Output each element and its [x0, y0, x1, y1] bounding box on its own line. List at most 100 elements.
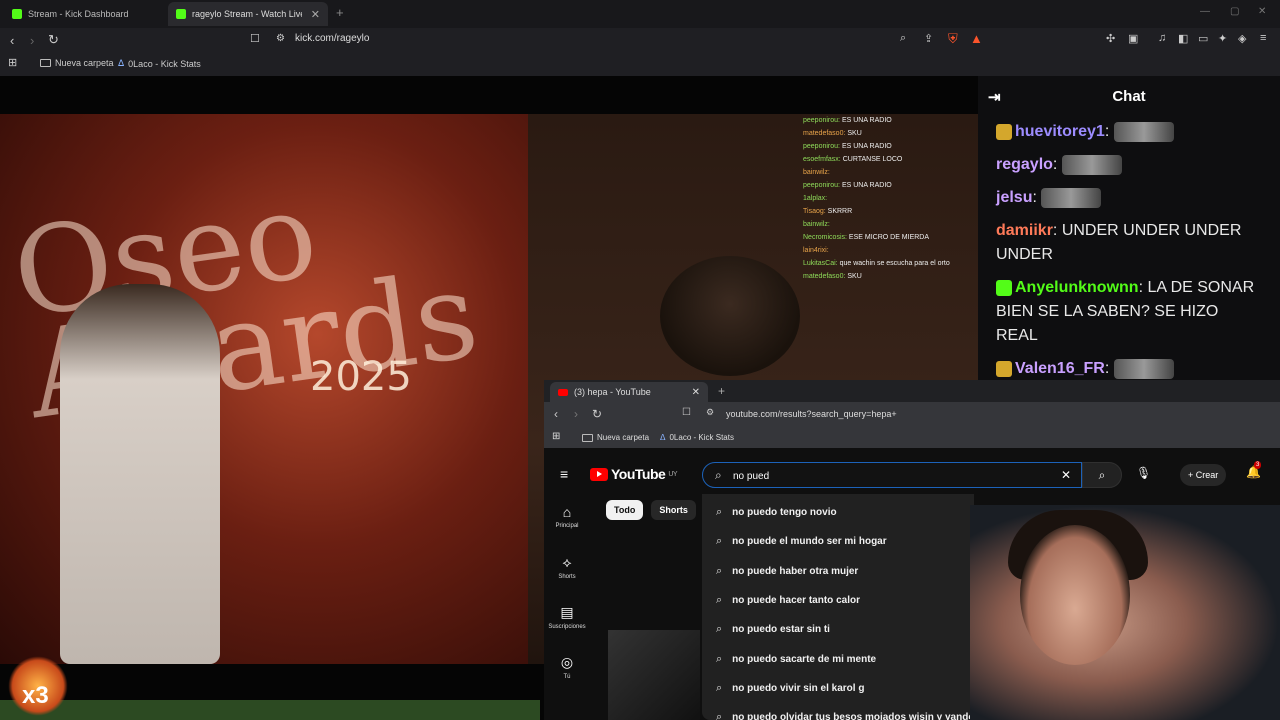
new-tab-button[interactable]: +	[718, 384, 725, 398]
new-tab-button[interactable]: +	[336, 5, 344, 20]
yt-tab[interactable]: (3) hepa - YouTube ✕	[550, 382, 708, 402]
chat-emote-icon	[1113, 358, 1174, 379]
collapse-chat-icon[interactable]: ⇥	[988, 88, 1001, 106]
reload-icon[interactable]: ↻	[592, 407, 602, 421]
bookmark-icon[interactable]: ☐	[682, 407, 691, 418]
maximize-icon[interactable]: ▢	[1230, 6, 1239, 17]
search-suggestion[interactable]: ⌕ no puede haber otra mujer	[702, 557, 974, 586]
overlay-chat-line: Necromicosis: ESE MICRO DE MIERDA	[803, 231, 973, 244]
overlay-chat-user: Tisaog:	[803, 208, 826, 215]
search-suggestion[interactable]: ⌕ no puedo tengo novio	[702, 498, 974, 527]
wallet-icon[interactable]: ▭	[1198, 32, 1208, 45]
bookmark-icon[interactable]: ☐	[250, 32, 260, 45]
apps-grid-icon[interactable]: ⊞	[8, 56, 17, 69]
notifications-bell-icon[interactable]: 🔔 3	[1246, 461, 1262, 479]
search-suggestion[interactable]: ⌕ no puedo vivir sin el karol g	[702, 674, 974, 703]
chat-emote-icon	[1113, 121, 1174, 142]
tab-label: rageylo Stream - Watch Live	[192, 9, 302, 19]
apps-grid-icon[interactable]: ⊞	[552, 431, 560, 442]
gift-badge-icon	[996, 279, 1012, 296]
site-info-icon[interactable]: ⚙	[276, 33, 285, 44]
bookmark-label: 0Laco - Kick Stats	[128, 58, 201, 69]
search-suggestion[interactable]: ⌕ no puede hacer tanto calor	[702, 586, 974, 615]
brave-shield-icon[interactable]: ⛨	[948, 31, 958, 47]
leo-ai-icon[interactable]: ✦	[1218, 32, 1227, 45]
search-suggestion[interactable]: ⌕ no puede el mundo ser mi hogar	[702, 527, 974, 556]
tab-kick-dashboard[interactable]: Stream - Kick Dashboard	[4, 2, 164, 26]
search-button[interactable]: ⌕	[1082, 462, 1122, 488]
extensions-icon[interactable]: ✣	[1106, 32, 1115, 45]
overlay-chat-text: ES UNA RADIO	[841, 182, 892, 189]
search-input[interactable]	[733, 467, 1053, 485]
chat-username[interactable]: Valen16_FR	[1015, 360, 1105, 377]
kick-favicon-icon	[176, 9, 186, 19]
overlay-chat-line: bainwilz:	[803, 166, 973, 179]
bookmark-nueva-carpeta[interactable]: Nueva carpeta	[582, 433, 649, 442]
close-window-icon[interactable]: ✕	[1258, 6, 1266, 17]
search-icon: ⌕	[716, 594, 723, 607]
bookmark-kick-stats[interactable]: ᐃ 0Laco - Kick Stats	[660, 433, 734, 442]
search-suggestion[interactable]: ⌕ no puedo estar sin ti	[702, 615, 974, 644]
kick-stats-icon: ᐃ	[118, 58, 125, 68]
sidebar-item-principal[interactable]: ⌂ Principal	[544, 504, 590, 554]
sidebar-item-shorts[interactable]: ⟡ Shorts	[544, 554, 590, 604]
bookmark-label: 0Laco - Kick Stats	[669, 433, 734, 442]
video-thumbnail[interactable]	[608, 630, 700, 720]
brave-rewards-icon[interactable]: ▲	[970, 31, 983, 46]
menu-icon[interactable]: ≡	[1260, 32, 1266, 44]
overlay-chat-user: matedefaso0:	[803, 273, 846, 280]
create-button[interactable]: + Crear	[1180, 464, 1227, 486]
sidebar-label: Tú	[563, 674, 571, 680]
search-suggestion[interactable]: ⌕ no puedo olvidar tus besos mojados wisi…	[702, 703, 974, 720]
chip-todo[interactable]: Todo	[606, 500, 644, 520]
chat-username[interactable]: damiikr	[996, 222, 1053, 239]
address-bar[interactable]: kick.com/rageylo	[295, 33, 369, 44]
search-icon: ⌕	[716, 681, 723, 694]
home-icon: ⌂	[562, 504, 572, 520]
minimize-icon[interactable]: —	[1200, 6, 1210, 17]
zoom-icon[interactable]: ⌕	[900, 32, 906, 45]
screenshot-icon[interactable]: ▣	[1128, 32, 1138, 45]
close-tab-icon[interactable]: ✕	[311, 8, 320, 21]
music-icon[interactable]: ♫	[1158, 32, 1166, 44]
back-icon[interactable]: ‹	[10, 33, 14, 48]
close-tab-icon[interactable]: ✕	[692, 387, 700, 398]
search-icon: ⌕	[715, 468, 722, 482]
chat-username[interactable]: Anyelunknownn	[1015, 279, 1139, 296]
yt-address-bar[interactable]: youtube.com/results?search_query=hepa+	[726, 409, 897, 419]
bookmark-label: Nueva carpeta	[55, 58, 114, 68]
presenter-figure	[60, 284, 220, 664]
region-code: UY	[668, 470, 678, 478]
chat-username[interactable]: jelsu	[996, 189, 1032, 206]
reload-icon[interactable]: ↻	[48, 32, 59, 48]
chat-username[interactable]: regaylo	[996, 156, 1053, 173]
forward-icon[interactable]: ›	[574, 407, 578, 421]
sidebar-item-tu[interactable]: ◎ Tú	[544, 654, 590, 704]
share-icon[interactable]: ⇪	[924, 32, 933, 45]
sidebar-icon[interactable]: ◧	[1178, 32, 1188, 45]
vpn-icon[interactable]: ◈	[1238, 32, 1246, 45]
tab-rageylo-stream[interactable]: rageylo Stream - Watch Live ✕	[168, 2, 328, 26]
notification-count: 3	[1254, 461, 1262, 469]
sidebar-item-suscripciones[interactable]: ▤ Suscripciones	[544, 604, 590, 654]
back-icon[interactable]: ‹	[554, 407, 558, 421]
bookmark-nueva-carpeta[interactable]: Nueva carpeta	[40, 58, 114, 68]
chat-username[interactable]: huevitorey1	[1015, 123, 1105, 140]
audience-head	[660, 256, 800, 376]
award-year: 2025	[310, 354, 412, 400]
yt-search-box[interactable]: ⌕ ✕	[702, 462, 1082, 488]
chip-shorts[interactable]: Shorts	[651, 500, 696, 520]
forward-icon[interactable]: ›	[30, 33, 34, 48]
clear-search-icon[interactable]: ✕	[1061, 468, 1071, 482]
mic-icon[interactable]: 🎙	[1136, 466, 1151, 480]
sidebar-label: Shorts	[558, 574, 576, 580]
search-suggestion[interactable]: ⌕ no puedo sacarte de mi mente	[702, 644, 974, 673]
suggestion-text: no puedo vivir sin el karol g	[732, 682, 865, 694]
search-icon: ⌕	[716, 564, 723, 577]
folder-icon	[582, 433, 593, 442]
overlay-chat-text: ES UNA RADIO	[841, 143, 892, 150]
site-info-icon[interactable]: ⚙	[706, 407, 714, 418]
hamburger-menu-icon[interactable]: ≡	[560, 466, 568, 482]
youtube-logo[interactable]: YouTube UY	[590, 466, 678, 482]
bookmark-kick-stats[interactable]: ᐃ 0Laco - Kick Stats	[118, 58, 201, 69]
